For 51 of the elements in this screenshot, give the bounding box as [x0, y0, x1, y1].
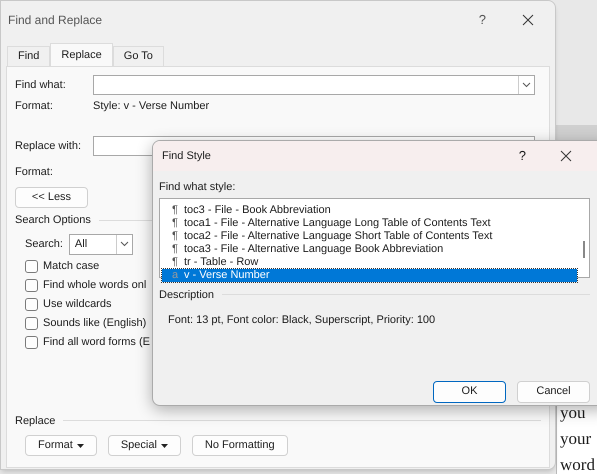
field-label: Format:: [15, 98, 54, 114]
chevron-down-icon: [120, 241, 129, 247]
document-text: word: [560, 456, 596, 473]
style-item[interactable]: ¶ tr - Table - Row: [162, 256, 577, 268]
checkbox[interactable]: [25, 336, 38, 349]
checkbox-label: Use wildcards: [43, 297, 112, 312]
tab[interactable]: Go To: [112, 46, 164, 66]
caret-icon: [160, 444, 168, 448]
close-icon[interactable]: [560, 150, 572, 162]
dialog-button[interactable]: OK: [433, 380, 506, 402]
style-item[interactable]: ¶ toc3 - File - Book Abbreviation: [162, 204, 577, 216]
find-what-field[interactable]: [93, 75, 535, 95]
caret-icon: [76, 444, 84, 448]
description-text: Font: 13 pt, Font color: Black, Superscript, Priority: 100: [167, 313, 436, 328]
checkbox-label: Sounds like (English): [43, 316, 146, 332]
close-icon[interactable]: [522, 14, 534, 26]
format-button[interactable]: Format: [25, 435, 97, 456]
checkbox[interactable]: [25, 260, 38, 273]
style-item[interactable]: ¶ toca1 - File - Alternative Language Long Table of Contents Text: [162, 216, 577, 230]
field-label: Search:: [25, 236, 63, 252]
search-dropdown[interactable]: All: [68, 234, 133, 254]
style-item[interactable]: ¶ toca2 - File - Alternative Language Short Table of Contents Text: [162, 230, 577, 242]
dialog-button[interactable]: Cancel: [517, 380, 590, 402]
format-button[interactable]: No Formatting: [192, 435, 288, 456]
checkbox[interactable]: [25, 317, 38, 330]
checkbox-label: Find whole words onl: [43, 278, 146, 294]
checkbox-label: Match case: [43, 259, 100, 274]
help-icon[interactable]: ?: [478, 10, 486, 30]
checkbox[interactable]: [25, 298, 38, 311]
field-label: Format:: [15, 164, 54, 180]
document-text: you: [560, 404, 586, 421]
tab[interactable]: Find: [7, 46, 50, 66]
tab[interactable]: Replace: [50, 43, 113, 66]
section-heading: Replace: [15, 414, 56, 428]
field-label: Find what:: [15, 78, 67, 93]
help-icon[interactable]: ?: [518, 146, 526, 166]
style-item[interactable]: ¶ toca3 - File - Alternative Language Book Abbreviation: [162, 242, 577, 256]
chevron-down-icon: [522, 82, 531, 88]
format-button[interactable]: Special: [108, 435, 181, 456]
window-title: Find Style: [162, 148, 212, 164]
section-heading: Description: [159, 288, 214, 302]
checkbox-label: Find all word forms (E: [43, 335, 150, 350]
style-item[interactable]: a v - Verse Number: [162, 268, 577, 282]
format-value: Style: v - Verse Number: [93, 98, 210, 114]
field-label: Replace with:: [15, 138, 82, 154]
document-text: your: [560, 430, 592, 447]
checkbox[interactable]: [25, 279, 38, 292]
window-title: Find and Replace: [8, 12, 104, 29]
section-heading: Search Options: [15, 213, 91, 228]
list-label: Find what style:: [159, 180, 236, 195]
less-button[interactable]: << Less: [15, 187, 88, 208]
